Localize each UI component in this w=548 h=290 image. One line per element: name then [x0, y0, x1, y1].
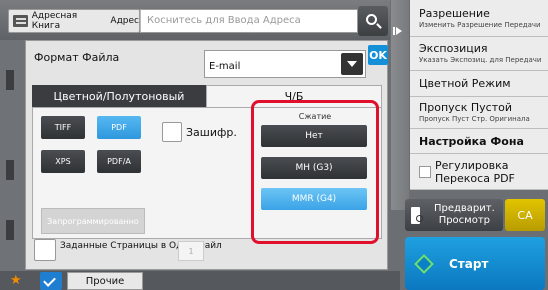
- programmed-label: Запрограммированно: [47, 216, 139, 226]
- preview-label: Предварит. Просмотр: [433, 203, 495, 226]
- preview-icon: [411, 206, 423, 224]
- ok-label: OK: [369, 48, 387, 62]
- panel-toggle-bar: [393, 27, 395, 35]
- format-xps-button[interactable]: XPS: [41, 150, 85, 173]
- edge-tab: [6, 70, 14, 90]
- exposure-label: Экспозиция: [419, 42, 488, 55]
- compression-none-button[interactable]: Нет: [261, 125, 367, 147]
- background-adjust-item[interactable]: Настройка Фона: [410, 129, 548, 154]
- chevron-down-icon[interactable]: [341, 53, 363, 75]
- exposure-sub: Указать Экспозиц. для Передачи: [419, 56, 542, 64]
- blank-skip-sub: Пропуск Пуст Стр. Оригинала: [419, 115, 530, 123]
- left-edge: [0, 40, 25, 290]
- address-book-button[interactable]: Адресная Книга Адрес: [8, 9, 140, 33]
- file-format-dialog: Формат Файла E-mail OK Цветной/Полутонов…: [25, 40, 388, 270]
- address-input[interactable]: Коснитесь для Ввода Адреса: [140, 9, 358, 33]
- blank-skip-label: Пропуск Пустой: [419, 101, 512, 114]
- tab-color-grayscale[interactable]: Цветной/Полутоновый: [32, 85, 206, 107]
- edge-tab: [6, 220, 14, 240]
- ca-button[interactable]: CA: [505, 199, 545, 231]
- check-icon[interactable]: [40, 272, 62, 290]
- start-label: Старт: [449, 256, 489, 271]
- programmed-button[interactable]: Запрограммированно: [41, 208, 145, 234]
- start-button[interactable]: Старт: [405, 237, 545, 290]
- format-xps-label: XPS: [55, 157, 71, 166]
- pages-per-file-input[interactable]: 1: [178, 241, 204, 261]
- address-placeholder: Коснитесь для Ввода Адреса: [147, 15, 301, 26]
- compression-mmr-label: MMR (G4): [291, 194, 337, 204]
- resolution-sub: Изменить Разрешение Передачи: [419, 20, 541, 29]
- right-panel: Разрешение Изменить Разрешение Передачи …: [410, 0, 548, 190]
- chevron-right-icon: [396, 27, 402, 35]
- pages-per-file-checkbox[interactable]: [34, 239, 56, 261]
- address-book-icon: [13, 15, 28, 27]
- blank-skip-item[interactable]: Пропуск Пустой Пропуск Пуст Стр. Оригина…: [410, 97, 548, 129]
- encrypt-checkbox[interactable]: [162, 122, 182, 142]
- format-pdf-button[interactable]: PDF: [97, 116, 141, 139]
- resolution-label: Разрешение: [419, 6, 490, 20]
- format-pdfa-button[interactable]: PDF/A: [97, 150, 141, 173]
- tab-color-label: Цветной/Полутоновый: [53, 89, 185, 103]
- color-mode-item[interactable]: Цветной Режим: [410, 71, 548, 97]
- compression-label: Сжатие: [298, 112, 332, 121]
- more-button[interactable]: Прочие: [67, 272, 143, 290]
- format-pdf-label: PDF: [111, 123, 127, 132]
- search-button[interactable]: [358, 6, 388, 36]
- compression-mh-label: MH (G3): [295, 163, 333, 173]
- exposure-item[interactable]: Экспозиция Указать Экспозиц. для Передач…: [410, 37, 548, 71]
- format-pdfa-label: PDF/A: [107, 157, 131, 166]
- tab-content: TIFF PDF XPS PDF/A Зашифр. Сжатие Нет MH…: [32, 100, 383, 244]
- star-icon[interactable]: ★: [10, 274, 22, 288]
- pages-per-file-value: 1: [188, 246, 194, 256]
- file-format-select[interactable]: E-mail: [204, 50, 366, 78]
- pdf-skew-checkbox[interactable]: [419, 165, 431, 178]
- compression-none-label: Нет: [305, 131, 323, 141]
- start-icon: [414, 253, 434, 274]
- address-book-label: Адресная Книга: [31, 11, 78, 31]
- ca-label: CA: [517, 208, 533, 222]
- pdf-skew-label: Регулировка Перекоса PDF: [435, 158, 515, 185]
- ok-button[interactable]: OK: [368, 45, 388, 65]
- background-adjust-label: Настройка Фона: [419, 134, 524, 148]
- search-icon: [366, 14, 377, 25]
- file-format-value: E-mail: [209, 61, 241, 72]
- file-format-label: Формат Файла: [34, 51, 120, 64]
- edge-tab: [6, 160, 14, 180]
- format-tiff-button[interactable]: TIFF: [41, 116, 85, 139]
- resolution-item[interactable]: Разрешение Изменить Разрешение Передачи: [410, 0, 548, 37]
- more-label: Прочие: [85, 275, 125, 287]
- address-label: Адрес: [110, 16, 139, 26]
- format-tiff-label: TIFF: [54, 123, 72, 132]
- pdf-skew-item[interactable]: Регулировка Перекоса PDF: [410, 154, 548, 190]
- compression-mh-button[interactable]: MH (G3): [261, 157, 367, 179]
- encrypt-label: Зашифр.: [186, 126, 237, 139]
- panel-toggle-button[interactable]: [391, 0, 409, 210]
- compression-mmr-button[interactable]: MMR (G4): [261, 188, 367, 210]
- compression-group: Сжатие Нет MH (G3) MMR (G4): [251, 100, 383, 244]
- color-mode-label: Цветной Режим: [419, 77, 511, 90]
- preview-button[interactable]: Предварит. Просмотр: [405, 199, 503, 231]
